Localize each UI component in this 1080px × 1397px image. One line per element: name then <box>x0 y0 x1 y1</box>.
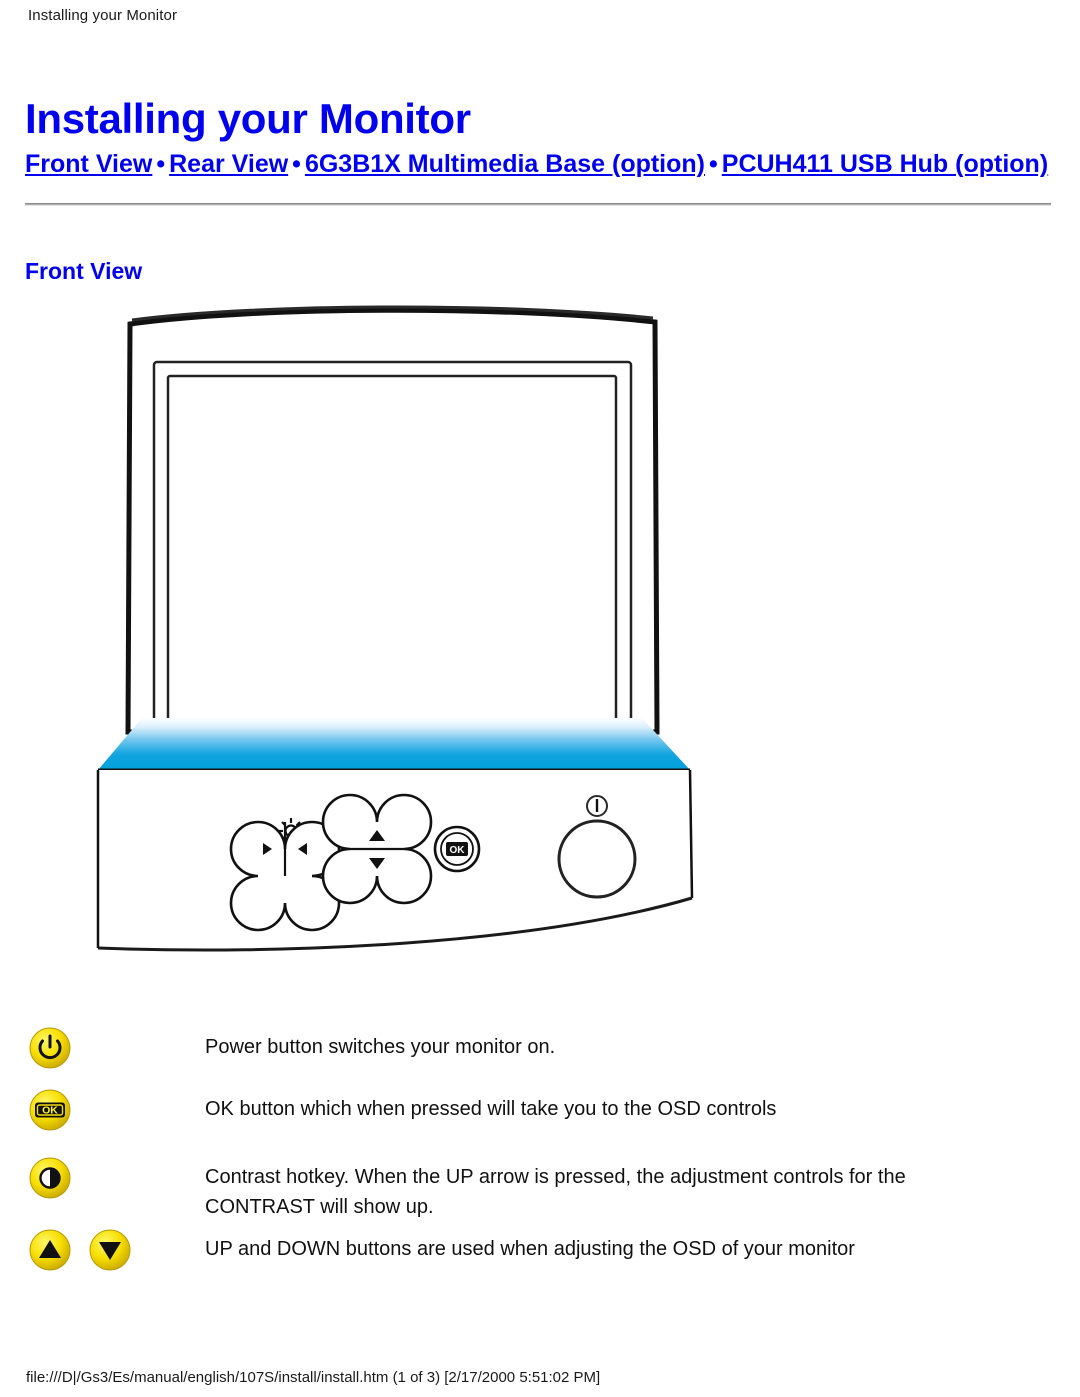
monitor-panel-right-edge <box>688 769 694 899</box>
svg-text:OK: OK <box>42 1105 58 1117</box>
document-page: Installing your Monitor Installing your … <box>0 0 1080 1397</box>
nav-separator: • <box>292 150 301 178</box>
section-heading-front-view: Front View <box>25 258 143 285</box>
ok-button[interactable]: OK <box>433 825 481 873</box>
down-arrow-icon[interactable] <box>88 1228 132 1272</box>
horizontal-divider <box>25 203 1051 206</box>
section-nav-links: Front View • Rear View • 6G3B1X Multimedia B… <box>25 148 1048 180</box>
nav-separator: • <box>156 150 166 178</box>
legend-text: OK button which when pressed will take y… <box>205 1098 777 1120</box>
nav-link-front-view[interactable]: Front View <box>25 150 152 178</box>
power-button[interactable] <box>557 819 637 899</box>
nav-link-multimedia-base[interactable]: 6G3B1X Multimedia Base (option) <box>305 150 705 178</box>
legend-icons <box>28 1228 178 1276</box>
running-header: Installing your Monitor <box>28 7 178 24</box>
contrast-icon[interactable] <box>28 1156 72 1200</box>
legend-icons <box>28 1156 178 1204</box>
monitor-front-view-illustration: OK <box>80 300 740 1000</box>
nav-separator: • <box>709 150 718 178</box>
up-arrow-icon[interactable] <box>28 1228 72 1272</box>
monitor-bezel-top-surface <box>98 718 690 770</box>
monitor-screen <box>166 374 618 732</box>
nav-link-rear-view[interactable]: Rear View <box>169 150 288 178</box>
power-icon[interactable] <box>28 1026 72 1070</box>
ok-button-label: OK <box>450 845 466 856</box>
legend-text: UP and DOWN buttons are used when adjust… <box>205 1238 855 1260</box>
legend-text: Contrast hotkey. When the UP arrow is pr… <box>205 1166 906 1218</box>
page-title: Installing your Monitor <box>25 95 471 143</box>
power-symbol <box>586 795 608 817</box>
legend-icons: OK <box>28 1088 178 1136</box>
nav-link-usb-hub[interactable]: PCUH411 USB Hub (option) <box>722 150 1048 178</box>
ok-icon[interactable]: OK <box>28 1088 72 1132</box>
legend-icons <box>28 1026 178 1074</box>
legend-text: Power button switches your monitor on. <box>205 1036 556 1058</box>
footer-file-path: file:///D|/Gs3/Es/manual/english/107S/in… <box>26 1369 601 1386</box>
